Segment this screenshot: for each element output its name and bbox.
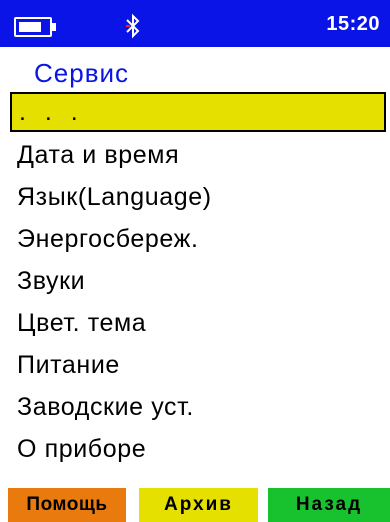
settings-menu: . . . Дата и время Язык(Language) Энерго…	[10, 92, 386, 470]
status-bar: 15:20	[0, 0, 390, 47]
menu-item-sounds[interactable]: Звуки	[10, 260, 386, 302]
menu-item-power-saving[interactable]: Энергосбереж.	[10, 218, 386, 260]
menu-item-color-theme[interactable]: Цвет. тема	[10, 302, 386, 344]
menu-item-factory-settings[interactable]: Заводские уст.	[10, 386, 386, 428]
battery-level	[19, 22, 41, 32]
battery-tip	[52, 23, 56, 31]
softkey-bar: Помощь Архив Назад	[0, 488, 390, 522]
menu-item-power[interactable]: Питание	[10, 344, 386, 386]
clock: 15:20	[326, 13, 380, 35]
back-button[interactable]: Назад	[268, 488, 390, 522]
battery-icon	[14, 17, 52, 37]
menu-item-back-up[interactable]: . . .	[10, 92, 386, 132]
menu-item-language[interactable]: Язык(Language)	[10, 176, 386, 218]
page-title: Сервис	[34, 58, 130, 88]
device-screen: 15:20 Сервис . . . Дата и время Язык(Lan…	[0, 0, 390, 522]
menu-item-about-device[interactable]: О приборе	[10, 428, 386, 470]
help-button[interactable]: Помощь	[8, 488, 126, 522]
bluetooth-icon	[126, 13, 140, 39]
archive-button[interactable]: Архив	[139, 488, 258, 522]
menu-item-date-time[interactable]: Дата и время	[10, 134, 386, 176]
